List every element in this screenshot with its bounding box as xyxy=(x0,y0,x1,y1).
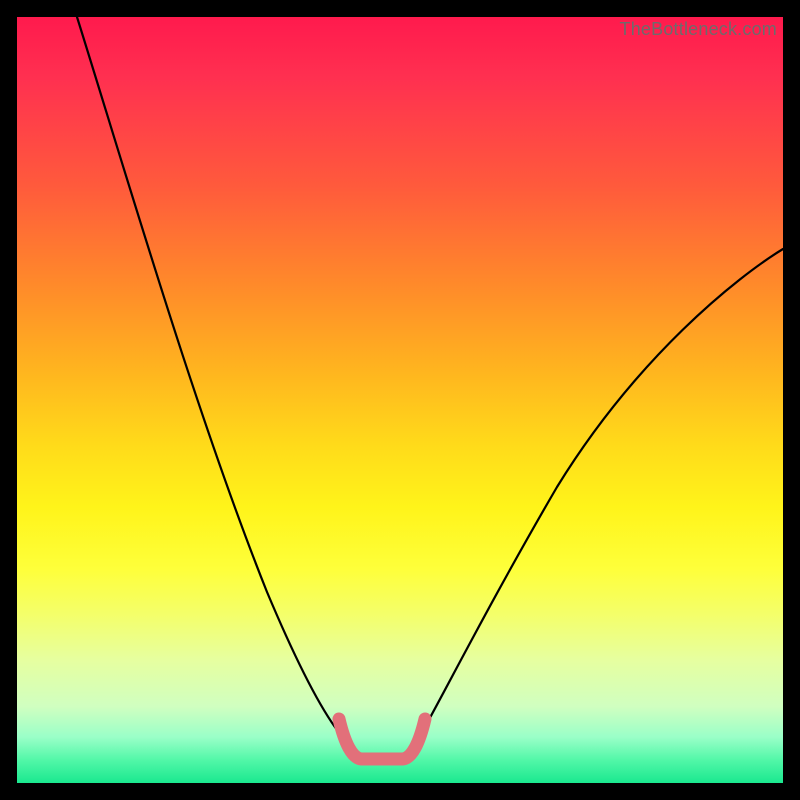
right-curve xyxy=(416,249,783,743)
chart-frame: TheBottleneck.com xyxy=(0,0,800,800)
well-range xyxy=(339,719,425,759)
watermark-text: TheBottleneck.com xyxy=(620,19,777,40)
left-curve xyxy=(77,17,348,743)
curve-layer xyxy=(17,17,783,783)
plot-area: TheBottleneck.com xyxy=(17,17,783,783)
